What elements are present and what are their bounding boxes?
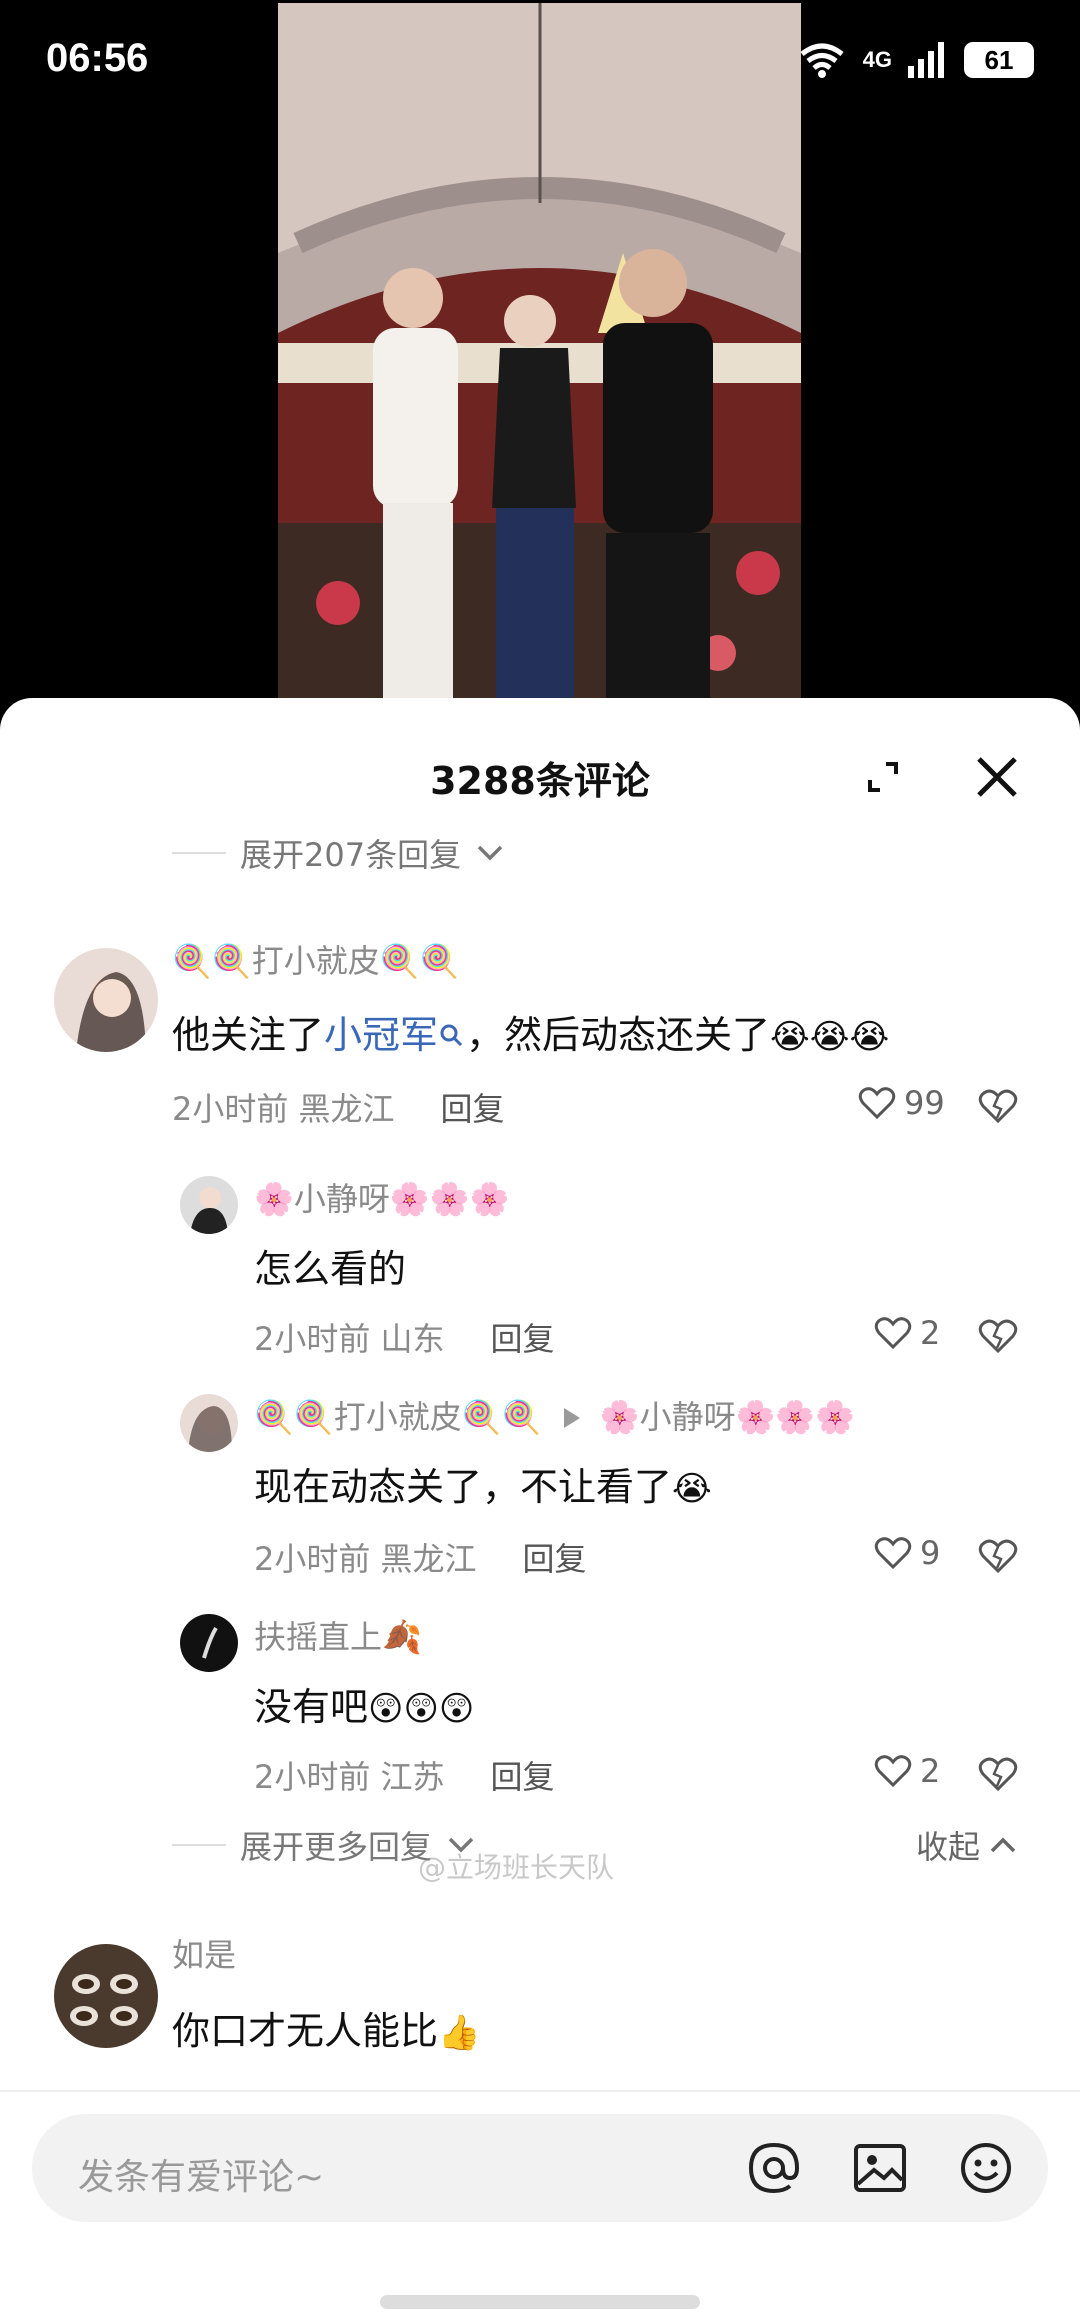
reply-button[interactable]: 回复 xyxy=(523,1540,587,1578)
comment-text: 他关注了小冠军 ，然后动态还关了😭😭😭 xyxy=(172,1004,889,1059)
dislike-heart-icon[interactable] xyxy=(978,1318,1018,1354)
home-indicator[interactable] xyxy=(380,2295,700,2309)
network-type: 4G xyxy=(862,47,892,72)
avatar[interactable] xyxy=(180,1614,238,1672)
reply-button[interactable]: 回复 xyxy=(491,1320,555,1358)
reply-time-location: 2小时前 黑龙江 xyxy=(254,1540,477,1578)
reply-button[interactable]: 回复 xyxy=(491,1758,555,1796)
heart-icon xyxy=(874,1755,912,1788)
like-button[interactable]: 2 xyxy=(874,1314,940,1352)
dislike-heart-icon[interactable] xyxy=(978,1756,1018,1792)
comment-input-placeholder: 发条有爱评论~ xyxy=(78,2157,325,2198)
photo-illustration xyxy=(278,3,801,698)
dislike-heart-icon[interactable] xyxy=(978,1088,1018,1124)
heart-icon xyxy=(874,1537,912,1570)
like-button[interactable]: 99 xyxy=(858,1084,945,1122)
reply-text-part: 现在动态关了，不让看了 xyxy=(254,1465,673,1509)
like-count: 99 xyxy=(904,1084,945,1122)
divider xyxy=(0,2090,1080,2092)
comment-username[interactable]: 如是 xyxy=(172,1930,236,1976)
expand-replies-row[interactable]: 展开207条回复 xyxy=(172,830,505,876)
reply-text: 现在动态关了，不让看了😭 xyxy=(254,1456,712,1511)
mention-link[interactable]: 小冠军 xyxy=(324,1013,438,1057)
collapse-label: 收起 xyxy=(916,1828,981,1866)
comment-text-part: 你口才无人能比 xyxy=(172,2009,439,2053)
like-button[interactable]: 9 xyxy=(874,1534,940,1572)
comment-time-location: 2小时前 黑龙江 xyxy=(172,1090,395,1128)
chevron-down-icon xyxy=(477,845,503,861)
like-count: 2 xyxy=(920,1314,941,1352)
reply-text-part: 没有吧 xyxy=(254,1685,369,1729)
avatar[interactable] xyxy=(54,948,158,1052)
comment-input[interactable]: 发条有爱评论~ xyxy=(32,2114,1048,2222)
avatar[interactable] xyxy=(180,1394,238,1452)
like-button[interactable]: 2 xyxy=(874,1752,940,1790)
divider xyxy=(172,1844,226,1846)
reply-text: 怎么看的 xyxy=(254,1247,407,1291)
post-photo[interactable] xyxy=(278,3,801,698)
emoji-group: 👍 xyxy=(438,2013,481,2053)
image-icon[interactable] xyxy=(852,2140,908,2196)
reply-header: 🍭🍭打小就皮🍭🍭 🌸小静呀🌸🌸🌸 xyxy=(254,1392,855,1438)
comment-username[interactable]: 🍭🍭打小就皮🍭🍭 xyxy=(172,936,459,982)
heart-icon xyxy=(874,1317,912,1350)
status-icons: 4G 61 xyxy=(797,40,1034,80)
reply-time-location: 2小时前 江苏 xyxy=(254,1758,445,1796)
avatar[interactable] xyxy=(54,1944,158,2048)
like-count: 2 xyxy=(920,1752,941,1790)
battery-indicator: 61 xyxy=(964,42,1034,78)
chevron-up-icon xyxy=(990,1837,1016,1853)
like-count: 9 xyxy=(920,1534,941,1572)
search-icon[interactable] xyxy=(438,1022,466,1050)
reply-to-username[interactable]: 🌸小静呀🌸🌸🌸 xyxy=(600,1398,855,1436)
at-icon[interactable] xyxy=(746,2140,802,2196)
dislike-heart-icon[interactable] xyxy=(978,1538,1018,1574)
comment-text-part: ，然后动态还关了 xyxy=(466,1013,771,1057)
comments-title: 3288条评论 xyxy=(430,759,650,803)
collapse-button[interactable]: 收起 xyxy=(916,1822,1018,1868)
reply-button[interactable]: 回复 xyxy=(441,1090,505,1128)
reply-meta: 2小时前 黑龙江 回复 xyxy=(254,1534,587,1580)
avatar[interactable] xyxy=(180,1176,238,1234)
reply-username[interactable]: 🍭🍭打小就皮🍭🍭 xyxy=(254,1398,541,1436)
emoji-group: 😭 xyxy=(672,1469,712,1509)
reply-time-location: 2小时前 山东 xyxy=(254,1320,445,1358)
comment-text-part: 他关注了 xyxy=(172,1013,325,1057)
reply-username[interactable]: 扶摇直上🍂 xyxy=(254,1612,422,1658)
close-icon[interactable] xyxy=(974,754,1020,800)
signal-icon xyxy=(908,42,944,78)
expand-icon[interactable] xyxy=(860,754,906,800)
reply-text: 没有吧😲😲😲 xyxy=(254,1676,474,1731)
comments-sheet: 3288条评论 展开207条回复 🍭🍭打小就皮🍭🍭 他关注了小冠军 ，然后动态还关… xyxy=(0,698,1080,2324)
emoji-group: 😲😲😲 xyxy=(368,1689,475,1729)
comment-text: 你口才无人能比👍 xyxy=(172,2000,480,2055)
divider xyxy=(172,852,226,854)
emoji-group: 😭😭😭 xyxy=(770,1017,890,1057)
reply-meta: 2小时前 山东 回复 xyxy=(254,1314,555,1360)
heart-icon xyxy=(858,1087,896,1120)
chevron-down-icon xyxy=(448,1837,474,1853)
reply-meta: 2小时前 江苏 回复 xyxy=(254,1752,555,1798)
more-replies-label: 展开更多回复 xyxy=(240,1828,433,1866)
wifi-icon xyxy=(800,43,844,78)
comment-meta: 2小时前 黑龙江 回复 xyxy=(172,1084,505,1130)
reply-username[interactable]: 🌸小静呀🌸🌸🌸 xyxy=(254,1174,509,1220)
expand-replies-label: 展开207条回复 xyxy=(240,836,462,874)
play-triangle-icon xyxy=(563,1408,580,1428)
more-replies-row[interactable]: 展开更多回复 xyxy=(172,1822,476,1868)
emoji-icon[interactable] xyxy=(958,2140,1014,2196)
status-time: 06:56 xyxy=(46,36,149,80)
